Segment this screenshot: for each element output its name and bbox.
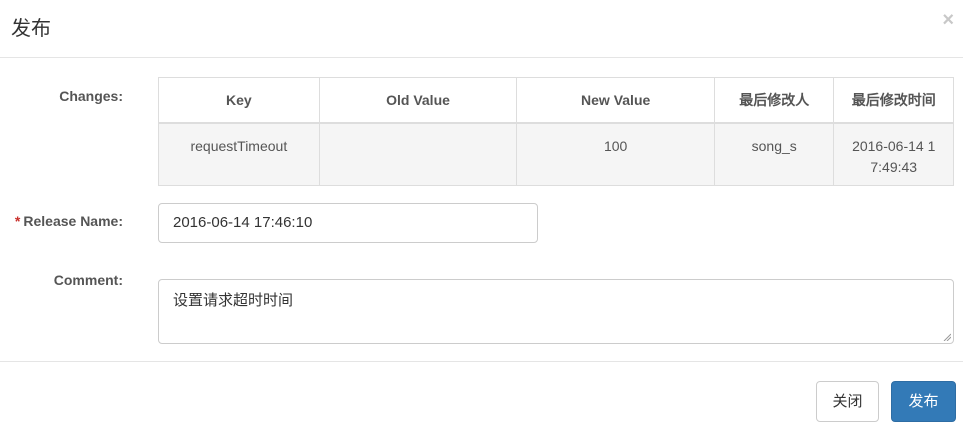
changes-label: Changes: [59, 88, 123, 104]
modal-header: 发布 × [0, 0, 963, 58]
comment-label: Comment: [53, 272, 123, 288]
table-row: requestTimeout 100 song_s 2016-06-14 1 7… [158, 122, 954, 186]
modified-time-line1: 2016-06-14 1 [852, 138, 936, 154]
release-name-label: * Release Name: [0, 213, 123, 229]
column-header-old-value: Old Value [318, 77, 518, 124]
release-name-label-text: Release Name: [23, 213, 123, 229]
column-header-modifier: 最后修改人 [713, 77, 835, 124]
cell-new-value: 100 [516, 122, 715, 186]
release-name-input[interactable]: 2016-06-14 17:46:10 [158, 203, 538, 243]
cell-modified-time: 2016-06-14 1 7:49:43 [833, 122, 954, 186]
cell-key: requestTimeout [158, 122, 320, 186]
column-header-new-value: New Value [516, 77, 715, 124]
publish-button[interactable]: 发布 [891, 381, 956, 422]
resize-handle-icon[interactable] [943, 333, 951, 341]
modal-footer: 关闭 发布 [0, 361, 963, 434]
required-marker: * [14, 213, 21, 229]
modal-title: 发布 [11, 16, 51, 40]
cell-modifier: song_s [713, 122, 835, 186]
close-icon[interactable]: × [942, 10, 954, 30]
column-header-modified-time: 最后修改时间 [833, 77, 954, 124]
changes-table: Key Old Value New Value 最后修改人 最后修改时间 req… [158, 77, 954, 186]
table-header-row: Key Old Value New Value 最后修改人 最后修改时间 [158, 77, 954, 124]
modified-time-line2: 7:49:43 [870, 159, 918, 175]
comment-textarea[interactable]: 设置请求超时时间 [158, 279, 954, 344]
cell-old-value [318, 122, 518, 186]
column-header-key: Key [158, 77, 320, 124]
close-button[interactable]: 关闭 [816, 381, 879, 422]
